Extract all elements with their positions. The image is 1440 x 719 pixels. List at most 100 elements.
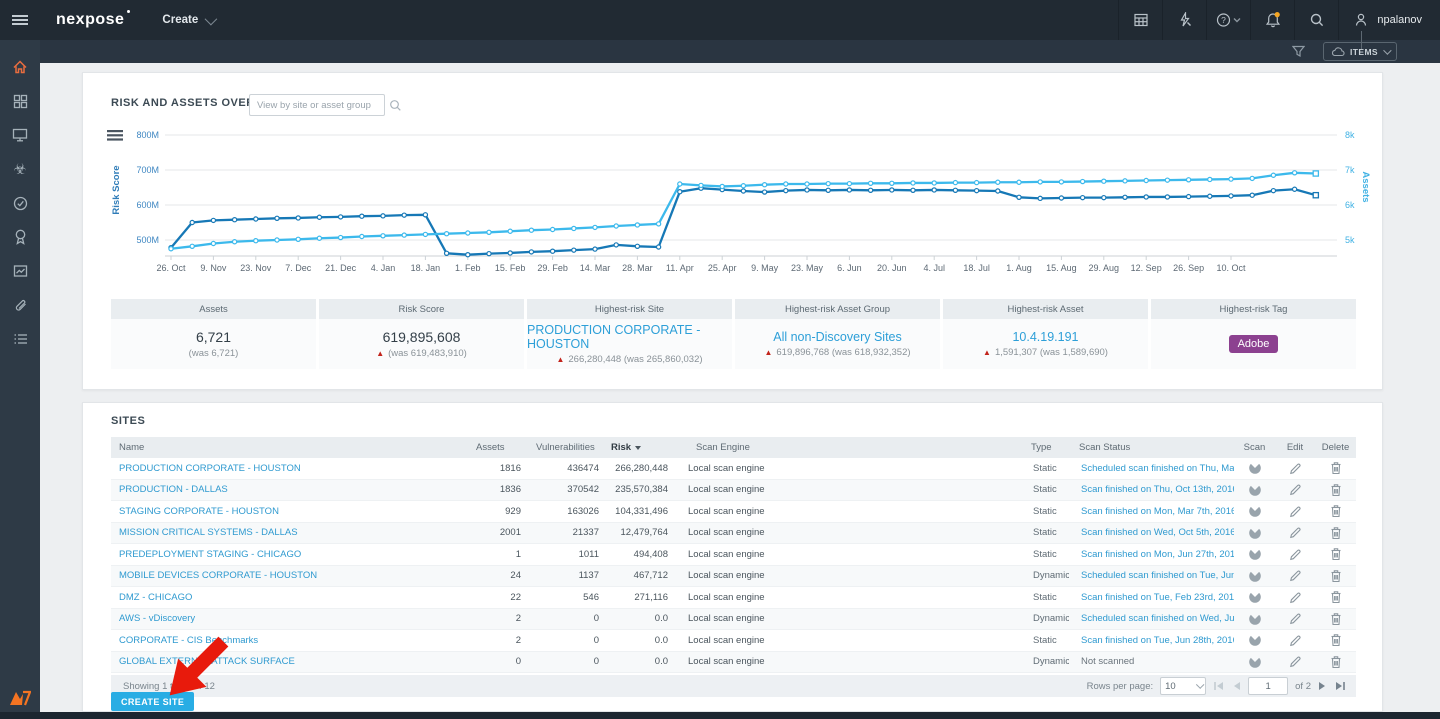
search-icon[interactable]	[1294, 0, 1338, 40]
delete-action-button[interactable]	[1315, 504, 1356, 518]
sidebar-item-tags[interactable]	[0, 288, 40, 322]
scan-status-link[interactable]: Scheduled scan finished on Tue, Jun 28th…	[1069, 570, 1234, 581]
edit-action-button[interactable]	[1275, 462, 1315, 475]
site-name-link[interactable]: GLOBAL EXTERNAL ATTACK SURFACE	[111, 656, 466, 667]
sidebar-item-reports[interactable]	[0, 220, 40, 254]
column-header-delete[interactable]: Delete	[1315, 442, 1356, 453]
edit-action-button[interactable]	[1275, 612, 1315, 625]
scan-action-button[interactable]	[1234, 483, 1275, 497]
previous-page-button[interactable]	[1232, 681, 1241, 691]
user-menu-chevron-icon[interactable]	[1361, 31, 1362, 49]
chart-filter-search-input[interactable]	[250, 99, 389, 111]
create-site-button[interactable]: CREATE SITE	[111, 692, 195, 711]
scan-status-link[interactable]: Scan finished on Mon, Mar 7th, 2016	[1069, 506, 1234, 517]
delete-trash-icon	[1331, 570, 1340, 582]
edit-action-button[interactable]	[1275, 634, 1315, 647]
site-name-link[interactable]: PRODUCTION - DALLAS	[111, 484, 466, 495]
delete-action-button[interactable]	[1315, 526, 1356, 540]
summary-card-value[interactable]: 10.4.19.191	[1012, 330, 1078, 344]
series-marker	[1164, 194, 1171, 200]
series-marker	[931, 180, 937, 186]
column-header-edit[interactable]: Edit	[1275, 442, 1315, 453]
site-name-link[interactable]: PREDEPLOYMENT STAGING - CHICAGO	[111, 549, 466, 560]
scan-action-button[interactable]	[1234, 590, 1275, 604]
column-header-scan-status[interactable]: Scan Status	[1069, 442, 1234, 453]
delete-action-button[interactable]	[1315, 461, 1356, 475]
notifications-icon[interactable]	[1250, 0, 1294, 40]
tools-icon[interactable]	[1162, 0, 1206, 40]
delete-action-button[interactable]	[1315, 483, 1356, 497]
items-dropdown-button[interactable]: ITEMS	[1323, 42, 1397, 61]
scan-action-button[interactable]	[1234, 569, 1275, 583]
edit-action-button[interactable]	[1275, 483, 1315, 496]
edit-action-button[interactable]	[1275, 655, 1315, 668]
delete-action-button[interactable]	[1315, 633, 1356, 647]
filter-icon[interactable]	[1292, 45, 1306, 58]
sidebar-item-policies[interactable]	[0, 186, 40, 220]
scan-status-link[interactable]: Scan finished on Wed, Oct 5th, 2016	[1069, 527, 1234, 538]
sidebar-item-administration[interactable]	[0, 322, 40, 356]
scan-status-link[interactable]: Scan finished on Thu, Oct 13th, 2016	[1069, 484, 1234, 495]
delete-action-button[interactable]	[1315, 569, 1356, 583]
scan-action-button[interactable]	[1234, 547, 1275, 561]
scan-engine-cell: Local scan engine	[688, 548, 765, 560]
sidebar-item-dashboard[interactable]	[0, 84, 40, 118]
rows-per-page-select[interactable]: 10	[1160, 677, 1207, 695]
site-name-link[interactable]: DMZ - CHICAGO	[111, 592, 466, 603]
delete-action-button[interactable]	[1315, 612, 1356, 626]
column-header-scan-engine[interactable]: Scan Engine	[686, 442, 1021, 453]
scan-status-link[interactable]: Scheduled scan finished on Thu, Mar 24th…	[1069, 463, 1234, 474]
scan-action-button[interactable]	[1234, 504, 1275, 518]
edit-action-button[interactable]	[1275, 591, 1315, 604]
edit-action-button[interactable]	[1275, 505, 1315, 518]
edit-action-button[interactable]	[1275, 526, 1315, 539]
site-name-link[interactable]: PRODUCTION CORPORATE - HOUSTON	[111, 463, 466, 474]
scan-action-button[interactable]	[1234, 655, 1275, 669]
site-name-link[interactable]: CORPORATE - CIS Benchmarks	[111, 635, 466, 646]
scan-status-link[interactable]: Scan finished on Tue, Feb 23rd, 2016	[1069, 592, 1234, 603]
next-page-button[interactable]	[1318, 681, 1327, 691]
site-name-link[interactable]: MOBILE DEVICES CORPORATE - HOUSTON	[111, 570, 466, 581]
column-header-name[interactable]: Name	[111, 442, 466, 453]
site-name-link[interactable]: STAGING CORPORATE - HOUSTON	[111, 506, 466, 517]
series-marker	[486, 229, 492, 236]
scan-action-button[interactable]	[1234, 526, 1275, 540]
calendar-grid-icon[interactable]	[1118, 0, 1162, 40]
scan-status-link[interactable]: Scan finished on Mon, Jun 27th, 2016	[1069, 549, 1234, 560]
chart-menu-icon[interactable]	[107, 130, 123, 141]
scan-action-button[interactable]	[1234, 633, 1275, 647]
help-icon[interactable]: ?	[1206, 0, 1250, 40]
edit-action-button[interactable]	[1275, 569, 1315, 582]
page-number-input[interactable]	[1248, 677, 1289, 695]
sidebar-item-chart[interactable]	[0, 254, 40, 288]
sidebar-item-vulnerabilities[interactable]: ☣	[0, 152, 40, 186]
scan-status-link[interactable]: Scheduled scan finished on Wed, Jun 29th…	[1069, 613, 1234, 624]
summary-card-value[interactable]: All non-Discovery Sites	[773, 330, 902, 344]
delete-trash-icon	[1331, 591, 1340, 604]
column-header-type[interactable]: Type	[1021, 442, 1069, 453]
scan-status-link[interactable]: Scan finished on Tue, Jun 28th, 2016	[1069, 635, 1234, 646]
series-marker	[189, 219, 195, 226]
first-page-button[interactable]	[1213, 681, 1225, 691]
table-row: MOBILE DEVICES CORPORATE - HOUSTON 24 1137…	[111, 565, 1356, 587]
column-header-scan[interactable]: Scan	[1234, 442, 1275, 453]
summary-card-value[interactable]: PRODUCTION CORPORATE - HOUSTON	[527, 323, 732, 351]
scan-action-button[interactable]	[1234, 461, 1275, 475]
create-menu[interactable]: Create	[162, 12, 218, 26]
sidebar-item-assets[interactable]	[0, 118, 40, 152]
column-header-vulnerabilities[interactable]: Vulnerabilities	[526, 442, 601, 453]
column-header-risk[interactable]: Risk	[601, 442, 686, 453]
delete-action-button[interactable]	[1315, 655, 1356, 669]
last-page-button[interactable]	[1334, 681, 1346, 691]
scan-action-button[interactable]	[1234, 612, 1275, 626]
site-name-link[interactable]: MISSION CRITICAL SYSTEMS - DALLAS	[111, 527, 466, 538]
sidebar-item-home[interactable]	[0, 50, 40, 84]
risk-tag-badge[interactable]: Adobe	[1228, 335, 1279, 353]
site-name-link[interactable]: AWS - vDiscovery	[111, 613, 466, 624]
delete-action-button[interactable]	[1315, 590, 1356, 604]
user-menu[interactable]: npalanov	[1338, 0, 1440, 40]
column-header-assets[interactable]: Assets	[466, 442, 526, 453]
nav-hamburger-icon[interactable]	[0, 0, 40, 40]
edit-action-button[interactable]	[1275, 548, 1315, 561]
delete-action-button[interactable]	[1315, 547, 1356, 561]
